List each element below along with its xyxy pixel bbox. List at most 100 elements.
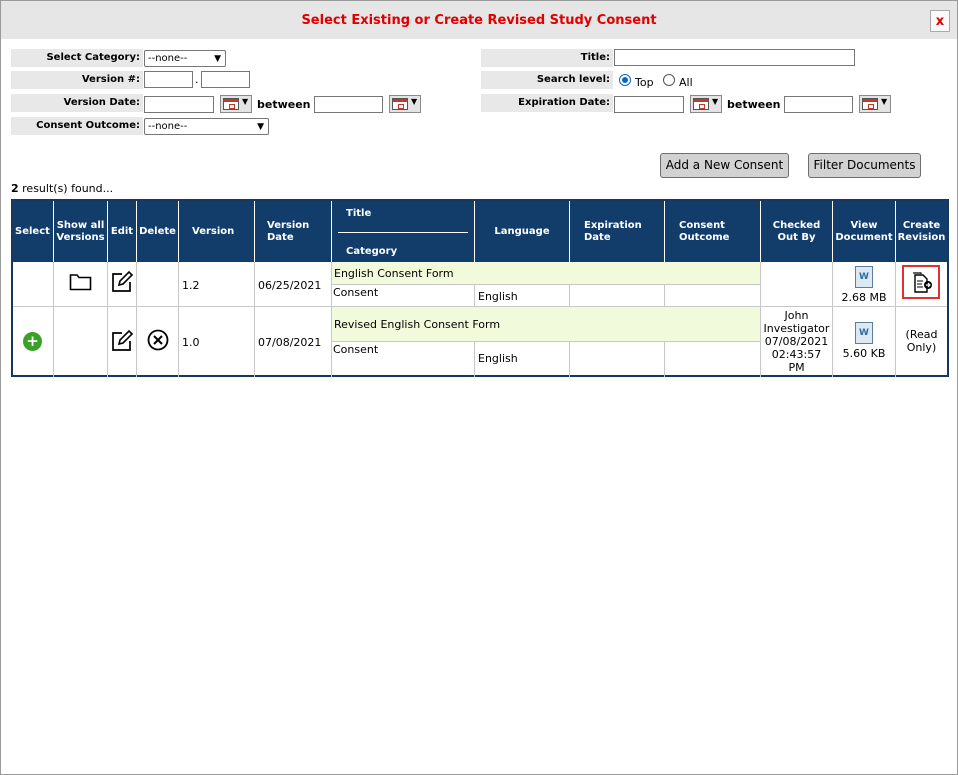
col-header-outcome: Consent Outcome <box>665 201 761 262</box>
header-divider <box>338 232 468 233</box>
chevron-down-icon: ▼ <box>257 122 264 132</box>
outcome-label: Consent Outcome: <box>11 117 143 135</box>
version-separator: . <box>195 73 199 86</box>
col-header-expiration: Expiration Date <box>570 201 665 262</box>
row2-outcome <box>665 342 761 377</box>
version-date-between-label: between <box>257 98 311 111</box>
category-select-value: --none-- <box>148 53 188 64</box>
search-level-top-label: Top <box>635 76 654 89</box>
row2-language: English <box>475 342 570 377</box>
expiration-from-input[interactable] <box>614 96 684 113</box>
col-header-select: Select <box>13 201 54 262</box>
row1-checked-out <box>761 262 833 307</box>
search-level-all-label: All <box>679 76 693 89</box>
col-header-language: Language <box>475 201 570 262</box>
row2-title: Revised English Consent Form <box>332 307 761 342</box>
row2-select-cell: + <box>13 307 54 377</box>
dialog-titlebar: Select Existing or Create Revised Study … <box>1 1 957 39</box>
outcome-select-value: --none-- <box>148 121 188 132</box>
expiration-between-label: between <box>727 98 781 111</box>
col-header-delete: Delete <box>137 201 179 262</box>
results-text: result(s) found... <box>22 182 114 195</box>
row2-version-date: 07/08/2021 <box>255 307 332 377</box>
results-number: 2 <box>11 182 19 195</box>
row2-view-document-cell: 5.60 KB <box>833 307 896 377</box>
checked-out-date: 07/08/2021 <box>764 335 829 348</box>
title-input[interactable] <box>614 49 855 66</box>
row1-version-date: 06/25/2021 <box>255 262 332 307</box>
col-header-version: Version <box>179 201 255 262</box>
calendar-icon[interactable]: ▼ <box>690 95 722 113</box>
expiration-to-input[interactable] <box>784 96 853 113</box>
col-header-version-date: Version Date <box>255 201 332 262</box>
dialog-window: Select Existing or Create Revised Study … <box>0 0 958 775</box>
calendar-icon[interactable]: ▼ <box>220 95 252 113</box>
category-select[interactable]: --none-- ▼ <box>144 50 226 67</box>
edit-icon[interactable] <box>110 270 134 294</box>
add-select-icon[interactable]: + <box>23 332 42 351</box>
row1-select-cell <box>13 262 54 307</box>
expiration-label: Expiration Date: <box>481 94 613 112</box>
row2-category: Consent <box>332 342 475 377</box>
col-header-edit: Edit <box>108 201 137 262</box>
checked-out-ampm: PM <box>788 361 805 374</box>
edit-icon[interactable] <box>110 329 134 353</box>
row1-show-all-cell <box>54 262 108 307</box>
col-header-title: Title Category <box>332 201 475 262</box>
row1-doc-size: 2.68 MB <box>841 291 887 304</box>
version-major-input[interactable] <box>144 71 193 88</box>
calendar-icon[interactable]: ▼ <box>859 95 891 113</box>
word-document-icon[interactable] <box>855 266 873 288</box>
col-header-show-all: Show all Versions <box>54 201 108 262</box>
row1-language: English <box>475 285 570 307</box>
col-header-create-revision: Create Revision <box>896 201 947 262</box>
row2-edit-cell <box>108 307 137 377</box>
row2-expiration <box>570 342 665 377</box>
add-consent-button[interactable]: Add a New Consent <box>660 153 789 178</box>
search-level-all-radio[interactable] <box>663 74 675 86</box>
search-level-label: Search level: <box>481 71 613 89</box>
row1-delete-cell <box>137 262 179 307</box>
outcome-select[interactable]: --none-- ▼ <box>144 118 269 135</box>
row1-create-revision-cell <box>896 262 947 307</box>
row2-delete-cell <box>137 307 179 377</box>
row1-title: English Consent Form <box>332 262 761 285</box>
folder-icon[interactable] <box>69 272 92 291</box>
col-header-view-document: View Document <box>833 201 896 262</box>
close-button[interactable]: x <box>930 10 950 32</box>
create-revision-icon <box>913 272 932 293</box>
results-table: Select Show all Versions Edit Delete Vers… <box>11 199 949 377</box>
row2-checked-out: John Investigator 07/08/2021 02:43:57 PM <box>761 307 833 377</box>
version-label: Version #: <box>11 71 143 89</box>
version-date-to-input[interactable] <box>314 96 383 113</box>
version-date-label: Version Date: <box>11 94 143 112</box>
version-date-from-input[interactable] <box>144 96 214 113</box>
chevron-down-icon: ▼ <box>214 54 221 64</box>
checked-out-time: 02:43:57 <box>771 348 822 361</box>
title-label: Title: <box>481 49 613 67</box>
row2-create-revision-cell: (Read Only) <box>896 307 947 377</box>
delete-icon[interactable] <box>147 329 169 351</box>
row2-doc-size: 5.60 KB <box>842 347 886 360</box>
create-revision-button[interactable] <box>902 265 940 299</box>
read-only-text-2: Only) <box>906 341 937 354</box>
word-document-icon[interactable] <box>855 322 873 344</box>
row1-category: Consent <box>332 285 475 307</box>
category-label: Select Category: <box>11 49 143 67</box>
filter-documents-button[interactable]: Filter Documents <box>808 153 921 178</box>
row1-version: 1.2 <box>179 262 255 307</box>
row1-expiration <box>570 285 665 307</box>
search-level-top-radio[interactable] <box>619 74 631 86</box>
col-header-checked-out: Checked Out By <box>761 201 833 262</box>
row1-edit-cell <box>108 262 137 307</box>
calendar-icon[interactable]: ▼ <box>389 95 421 113</box>
checked-out-name-first: John <box>784 309 809 322</box>
dialog-title: Select Existing or Create Revised Study … <box>301 13 657 28</box>
row1-outcome <box>665 285 761 307</box>
row1-view-document-cell: 2.68 MB <box>833 262 896 307</box>
row2-show-all-cell <box>54 307 108 377</box>
read-only-text-1: (Read <box>905 328 938 341</box>
results-count: 2 result(s) found... <box>11 182 113 195</box>
row2-version: 1.0 <box>179 307 255 377</box>
version-minor-input[interactable] <box>201 71 250 88</box>
